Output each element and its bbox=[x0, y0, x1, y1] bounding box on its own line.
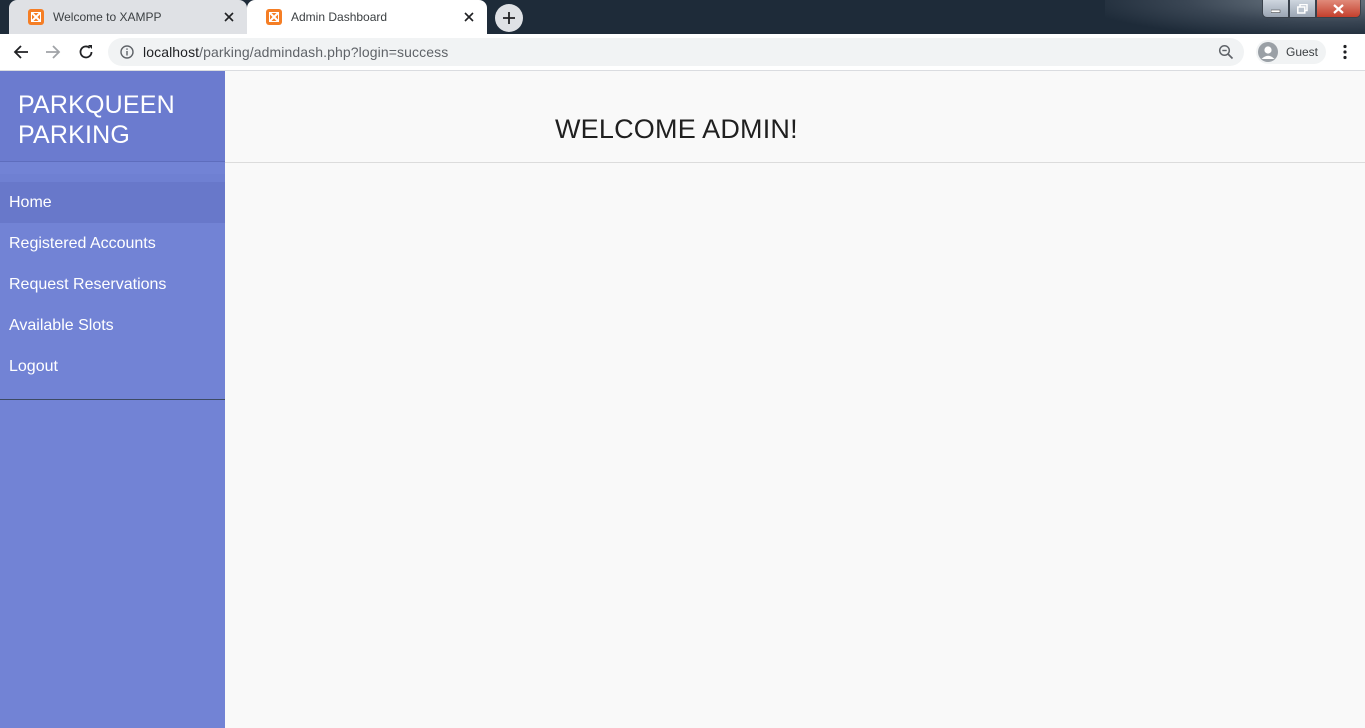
sidebar-item-logout[interactable]: Logout bbox=[0, 346, 225, 387]
tab-close-icon[interactable] bbox=[461, 9, 477, 25]
xampp-icon bbox=[266, 9, 282, 25]
xampp-icon bbox=[28, 9, 44, 25]
restore-icon bbox=[1297, 3, 1308, 14]
tab-welcome-to-xampp[interactable]: Welcome to XAMPP bbox=[9, 0, 247, 34]
reload-button[interactable] bbox=[73, 39, 99, 65]
back-button[interactable] bbox=[8, 39, 34, 65]
url-host: localhost bbox=[143, 44, 200, 60]
address-bar[interactable]: localhost/parking/admindash.php?login=su… bbox=[108, 38, 1244, 66]
arrow-right-icon bbox=[46, 45, 61, 59]
browser-toolbar: localhost/parking/admindash.php?login=su… bbox=[0, 34, 1365, 71]
forward-button[interactable] bbox=[40, 39, 66, 65]
tab-close-icon[interactable] bbox=[221, 9, 237, 25]
info-icon[interactable] bbox=[120, 45, 134, 59]
arrow-left-icon bbox=[13, 45, 28, 59]
brand-logo[interactable]: PARKQUEEN PARKING bbox=[0, 71, 225, 162]
avatar-icon bbox=[1258, 42, 1278, 62]
url-path: /parking/admindash.php?login=success bbox=[199, 44, 449, 60]
browser-menu-button[interactable] bbox=[1335, 40, 1355, 64]
new-tab-button[interactable] bbox=[495, 4, 523, 32]
close-window-button[interactable] bbox=[1316, 0, 1361, 18]
tab-admin-dashboard[interactable]: Admin Dashboard bbox=[247, 0, 487, 34]
close-icon bbox=[1333, 3, 1344, 14]
window-controls bbox=[1262, 0, 1361, 18]
restore-button[interactable] bbox=[1289, 0, 1316, 18]
sidebar: PARKQUEEN PARKING Home Registered Accoun… bbox=[0, 71, 225, 728]
brand-line-1: PARKQUEEN bbox=[18, 91, 175, 119]
zoom-icon[interactable] bbox=[1218, 44, 1234, 60]
sidebar-item-registered-accounts[interactable]: Registered Accounts bbox=[0, 223, 225, 264]
main-header: WELCOME ADMIN! bbox=[225, 71, 1365, 163]
sidebar-item-available-slots[interactable]: Available Slots bbox=[0, 305, 225, 346]
minimize-button[interactable] bbox=[1262, 0, 1289, 18]
sidebar-item-request-reservations[interactable]: Request Reservations bbox=[0, 264, 225, 305]
sidebar-spacer bbox=[0, 162, 225, 174]
more-vertical-icon bbox=[1343, 44, 1347, 60]
browser-titlebar: Welcome to XAMPP Admin Dashboard bbox=[0, 0, 1365, 34]
tab-title: Admin Dashboard bbox=[291, 10, 388, 24]
profile-label: Guest bbox=[1286, 45, 1319, 59]
sidebar-item-home[interactable]: Home bbox=[0, 182, 225, 223]
sidebar-menu: Home Registered Accounts Request Reserva… bbox=[0, 182, 225, 400]
profile-button[interactable]: Guest bbox=[1256, 40, 1327, 64]
minimize-icon bbox=[1270, 9, 1280, 13]
plus-icon bbox=[503, 12, 515, 24]
sidebar-divider bbox=[0, 174, 225, 182]
url-text: localhost/parking/admindash.php?login=su… bbox=[143, 44, 448, 60]
tab-title: Welcome to XAMPP bbox=[53, 10, 162, 24]
page-title: WELCOME ADMIN! bbox=[555, 114, 798, 144]
reload-icon bbox=[79, 45, 93, 59]
brand-line-2: PARKING bbox=[18, 121, 131, 149]
